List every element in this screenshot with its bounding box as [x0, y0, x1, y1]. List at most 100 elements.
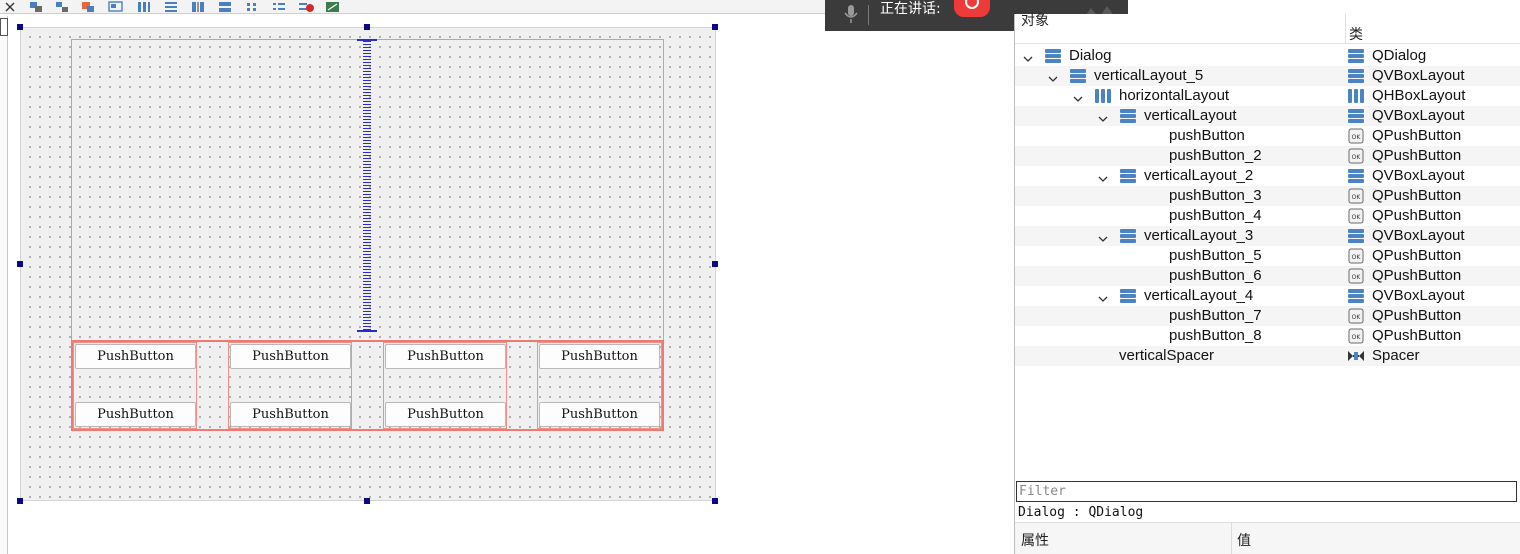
edit-widgets-icon[interactable]: [28, 0, 44, 13]
object-name: verticalLayout_5: [1069, 67, 1203, 84]
object-name-text: pushButton_2: [1169, 147, 1262, 164]
adjust-size-icon[interactable]: [325, 0, 341, 13]
object-name-text: Dialog: [1069, 47, 1112, 64]
hbox-layout-icon: [1347, 88, 1365, 104]
tree-row-pushbutton-7[interactable]: pushButton_7 OK QPushButton: [1015, 306, 1520, 326]
push-button-4[interactable]: PushButton: [230, 402, 351, 427]
push-button-1[interactable]: PushButton: [75, 344, 196, 369]
resize-handle-top-right[interactable]: [712, 24, 718, 30]
object-name: pushButton_4: [1169, 207, 1262, 224]
hbox-layout-icon: [1094, 88, 1112, 104]
object-name-text: pushButton_4: [1169, 207, 1262, 224]
column-value-header[interactable]: 值: [1237, 530, 1251, 550]
chevron-down-icon[interactable]: [1048, 71, 1058, 82]
vbox-layout-icon: [1347, 228, 1365, 244]
vbox-layout-icon: [1044, 48, 1062, 64]
svg-text:OK: OK: [1352, 274, 1362, 281]
svg-text:OK: OK: [1352, 194, 1362, 201]
object-name-text: pushButton_3: [1169, 187, 1262, 204]
column-object-header[interactable]: 对象: [1021, 10, 1049, 30]
chevron-down-icon[interactable]: [1098, 171, 1108, 182]
push-button-7[interactable]: PushButton: [539, 344, 660, 369]
svg-text:OK: OK: [1352, 254, 1362, 261]
object-class: QVBoxLayout: [1347, 67, 1465, 84]
tree-row-verticallayout-2[interactable]: verticalLayout_2 QVBoxLayout: [1015, 166, 1520, 186]
chevron-down-icon[interactable]: [1098, 111, 1108, 122]
edit-signals-icon[interactable]: [54, 0, 70, 13]
filter-input[interactable]: Filter: [1016, 481, 1517, 502]
tree-row-pushbutton-3[interactable]: pushButton_3 OK QPushButton: [1015, 186, 1520, 206]
close-icon[interactable]: [2, 0, 18, 13]
object-name: pushButton: [1169, 127, 1245, 144]
tree-row-verticallayout-5[interactable]: verticalLayout_5 QVBoxLayout: [1015, 66, 1520, 86]
chevron-down-icon[interactable]: [1073, 91, 1083, 102]
layout-vertical-splitter-icon[interactable]: [217, 0, 233, 13]
resize-handle-bottom-right[interactable]: [712, 498, 718, 504]
object-class-text: QPushButton: [1372, 187, 1462, 204]
svg-text:OK: OK: [1352, 134, 1362, 141]
microphone-icon[interactable]: [843, 4, 859, 24]
push-button-8[interactable]: PushButton: [539, 402, 660, 427]
push-button-3[interactable]: PushButton: [230, 344, 351, 369]
object-class: OK QPushButton: [1347, 247, 1461, 264]
column-class-header[interactable]: 类: [1349, 24, 1363, 44]
chevron-down-icon[interactable]: [1098, 231, 1108, 242]
svg-text:OK: OK: [1352, 214, 1362, 221]
object-class-text: QPushButton: [1372, 147, 1462, 164]
column-separator[interactable]: [1345, 14, 1346, 44]
tree-row-verticalspacer[interactable]: verticalSpacer Spacer: [1015, 346, 1520, 366]
object-name: verticalLayout_2: [1119, 167, 1253, 184]
object-name-text: verticalLayout: [1144, 107, 1237, 124]
chevron-down-icon[interactable]: [1023, 51, 1033, 62]
resize-handle-right[interactable]: [712, 261, 718, 267]
object-class-text: QPushButton: [1372, 267, 1462, 284]
resize-handle-top[interactable]: [364, 24, 370, 30]
search-bubble-icon[interactable]: [954, 0, 990, 17]
tree-row-verticallayout-3[interactable]: verticalLayout_3 QVBoxLayout: [1015, 226, 1520, 246]
speaking-label: 正在讲话:: [880, 1, 941, 17]
break-layout-icon[interactable]: [298, 0, 314, 13]
edit-buddies-icon[interactable]: [80, 0, 96, 13]
object-class: OK QPushButton: [1347, 147, 1461, 164]
push-button-6[interactable]: PushButton: [385, 402, 506, 427]
tree-row-verticallayout[interactable]: verticalLayout QVBoxLayout: [1015, 106, 1520, 126]
property-column-separator[interactable]: [1231, 523, 1232, 554]
spacer-icon: [1347, 348, 1365, 364]
layout-grid-icon[interactable]: [244, 0, 260, 13]
tree-row-verticallayout-4[interactable]: verticalLayout_4 QVBoxLayout: [1015, 286, 1520, 306]
spacer-bottom-cap: [357, 330, 377, 332]
object-inspector-panel: 对象 类 Dialog QDialog verticalLayout_5 QVBoxL…: [1014, 13, 1520, 554]
object-class-text: QVBoxLayout: [1372, 167, 1465, 184]
resize-handle-left[interactable]: [17, 261, 23, 267]
tree-row-dialog[interactable]: Dialog QDialog: [1015, 46, 1520, 66]
object-class-text: QVBoxLayout: [1372, 227, 1465, 244]
tree-row-pushbutton-2[interactable]: pushButton_2 OK QPushButton: [1015, 146, 1520, 166]
resize-handle-bottom[interactable]: [364, 498, 370, 504]
object-name-text: verticalLayout_5: [1094, 67, 1204, 84]
edit-tab-order-icon[interactable]: [108, 0, 124, 13]
object-class-text: QHBoxLayout: [1372, 87, 1466, 104]
column-property-header[interactable]: 属性: [1021, 530, 1049, 550]
tree-row-pushbutton-6[interactable]: pushButton_6 OK QPushButton: [1015, 266, 1520, 286]
object-name-text: horizontalLayout: [1119, 87, 1230, 104]
left-edge-handle[interactable]: [0, 18, 8, 36]
tree-row-pushbutton-5[interactable]: pushButton_5 OK QPushButton: [1015, 246, 1520, 266]
tree-row-pushbutton-8[interactable]: pushButton_8 OK QPushButton: [1015, 326, 1520, 346]
layout-form-icon[interactable]: [271, 0, 287, 13]
tree-row-pushbutton-4[interactable]: pushButton_4 OK QPushButton: [1015, 206, 1520, 226]
push-button-5[interactable]: PushButton: [385, 344, 506, 369]
object-class-text: QPushButton: [1372, 327, 1462, 344]
resize-handle-top-left[interactable]: [17, 24, 23, 30]
layout-horizontal-icon[interactable]: [136, 0, 152, 13]
object-name: pushButton_8: [1169, 327, 1262, 344]
tree-row-pushbutton[interactable]: pushButton OK QPushButton: [1015, 126, 1520, 146]
resize-handle-bottom-left[interactable]: [17, 498, 23, 504]
chevron-down-icon[interactable]: [1098, 291, 1108, 302]
object-class: OK QPushButton: [1347, 127, 1461, 144]
vertical-spacer[interactable]: [363, 41, 371, 332]
tree-row-horizontallayout[interactable]: horizontalLayout QHBoxLayout: [1015, 86, 1520, 106]
push-button-2[interactable]: PushButton: [75, 402, 196, 427]
vbox-layout-icon: [1347, 168, 1365, 184]
layout-horizontal-splitter-icon[interactable]: [190, 0, 206, 13]
layout-vertical-icon[interactable]: [163, 0, 179, 13]
